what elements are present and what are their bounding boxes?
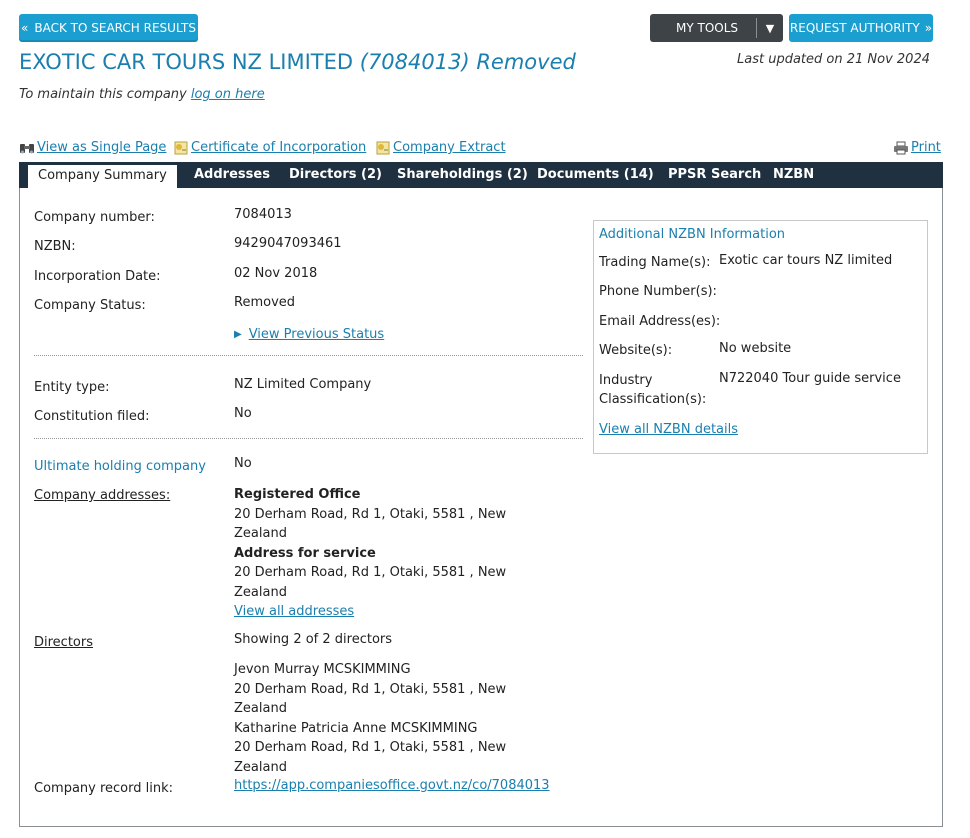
tab-shareholdings[interactable]: Shareholdings (2): [397, 162, 528, 188]
phone-number-label: Phone Number(s):: [599, 284, 717, 299]
back-to-search-label: BACK TO SEARCH RESULTS: [34, 21, 196, 35]
extract-icon: [376, 141, 390, 154]
constitution-value: No: [234, 406, 252, 421]
email-address-label: Email Address(es):: [599, 314, 721, 329]
page-title: EXOTIC CAR TOURS NZ LIMITED (7084013) Re…: [19, 50, 576, 74]
constitution-label: Constitution filed:: [34, 409, 150, 424]
company-name: EXOTIC CAR TOURS NZ LIMITED: [19, 50, 354, 74]
director-address-line2: Zealand: [234, 701, 287, 716]
registered-office-line2: Zealand: [234, 526, 287, 541]
tab-addresses[interactable]: Addresses: [194, 162, 270, 188]
director-address-line1: 20 Derham Road, Rd 1, Otaki, 5581 , New: [234, 681, 507, 697]
request-authority-label: REQUEST AUTHORITY: [789, 21, 920, 35]
address-for-service-line2: Zealand: [234, 584, 287, 600]
ultimate-holding-value: No: [234, 456, 252, 471]
triangle-right-icon: ▶: [234, 329, 242, 340]
incorporation-date-label: Incorporation Date:: [34, 269, 161, 284]
company-number-label: Company number:: [34, 210, 155, 225]
certificate-label: Certificate of Incorporation: [191, 140, 367, 155]
company-record-link-label: Company record link:: [34, 781, 174, 796]
last-updated: Last updated on 21 Nov 2024: [737, 52, 930, 67]
printer-icon: [894, 141, 908, 154]
company-number-status: (7084013) Removed: [359, 50, 576, 74]
request-authority-button[interactable]: REQUEST AUTHORITY »: [789, 14, 933, 42]
company-addresses-link[interactable]: Company addresses:: [34, 488, 170, 503]
registered-office-line1: 20 Derham Road, Rd 1, Otaki, 5581 , New: [234, 506, 507, 522]
view-single-page-label: View as Single Page: [37, 140, 167, 155]
maintain-notice: To maintain this company log on here: [19, 87, 265, 102]
nzbn-label: NZBN:: [34, 239, 76, 254]
my-tools-button[interactable]: MY TOOLS ▼: [650, 14, 783, 42]
company-number-value: 7084013: [234, 207, 292, 222]
maintain-text: To maintain this company: [19, 87, 187, 102]
view-single-page-link[interactable]: View as Single Page: [19, 140, 166, 155]
registered-office-heading: Registered Office: [234, 487, 361, 502]
company-status-value: Removed: [234, 295, 296, 310]
double-chevron-left-icon: «: [21, 21, 29, 35]
view-previous-status-toggle[interactable]: ▶ View Previous Status: [234, 327, 384, 342]
company-extract-link[interactable]: Company Extract: [375, 140, 506, 155]
directors-link[interactable]: Directors: [34, 635, 93, 650]
directors-list: Jevon Murray MCSKIMMING 20 Derham Road, …: [234, 660, 506, 777]
tab-company-summary[interactable]: Company Summary: [28, 165, 177, 188]
print-label: Print: [911, 140, 941, 155]
section-divider: [34, 355, 583, 356]
double-chevron-right-icon: »: [924, 21, 933, 35]
entity-type-value: NZ Limited Company: [234, 377, 372, 392]
nzbn-info-box: Additional NZBN Information Trading Name…: [593, 220, 928, 454]
directors-showing: Showing 2 of 2 directors: [234, 632, 393, 647]
certificate-link[interactable]: Certificate of Incorporation: [173, 140, 366, 155]
director-address-line1: 20 Derham Road, Rd 1, Otaki, 5581 , New: [234, 740, 507, 755]
entity-type-label: Entity type:: [34, 380, 110, 395]
print-link[interactable]: Print: [893, 140, 941, 155]
nzbn-info-title: Additional NZBN Information: [599, 227, 786, 242]
director-name: Jevon Murray MCSKIMMING: [234, 662, 411, 677]
company-record-link[interactable]: https://app.companiesoffice.govt.nz/co/7…: [234, 778, 550, 793]
certificate-icon: [174, 141, 188, 154]
tab-directors[interactable]: Directors (2): [289, 162, 382, 188]
addresses-block: Registered Office 20 Derham Road, Rd 1, …: [234, 485, 506, 622]
company-status-label: Company Status:: [34, 298, 146, 313]
tab-ppsr-search[interactable]: PPSR Search: [668, 162, 761, 188]
binoculars-icon: [20, 143, 34, 153]
trading-name-value: Exotic car tours NZ limited: [719, 253, 893, 268]
view-all-nzbn-details-link[interactable]: View all NZBN details: [599, 422, 738, 437]
tab-bar: Company Summary Addresses Directors (2) …: [19, 162, 943, 188]
industry-label-line1: Industry: [599, 373, 653, 388]
log-on-link[interactable]: log on here: [191, 87, 265, 102]
address-for-service-line1: 20 Derham Road, Rd 1, Otaki, 5581 , New: [234, 565, 507, 580]
website-value: No website: [719, 341, 792, 356]
ultimate-holding-label: Ultimate holding company: [34, 459, 206, 474]
industry-classification-value: N722040 Tour guide service: [719, 371, 901, 386]
back-to-search-button[interactable]: « BACK TO SEARCH RESULTS: [19, 14, 198, 42]
incorporation-date-value: 02 Nov 2018: [234, 266, 318, 281]
section-divider: [34, 438, 583, 439]
view-previous-status-label: View Previous Status: [248, 327, 385, 342]
industry-classification-label: Industry Classification(s):: [599, 371, 706, 409]
director-address-line2: Zealand: [234, 759, 287, 775]
company-extract-label: Company Extract: [393, 140, 506, 155]
tab-nzbn[interactable]: NZBN: [773, 162, 814, 188]
director-name: Katharine Patricia Anne MCSKIMMING: [234, 720, 478, 736]
view-all-addresses-link[interactable]: View all addresses: [234, 604, 354, 619]
website-label: Website(s):: [599, 343, 673, 358]
address-for-service-heading: Address for service: [234, 545, 376, 561]
my-tools-label: MY TOOLS: [675, 21, 739, 35]
industry-label-line2: Classification(s):: [599, 392, 707, 407]
trading-name-label: Trading Name(s):: [599, 255, 711, 270]
nzbn-value: 9429047093461: [234, 236, 342, 251]
caret-down-icon[interactable]: ▼: [757, 22, 783, 35]
tab-documents[interactable]: Documents (14): [537, 162, 654, 188]
